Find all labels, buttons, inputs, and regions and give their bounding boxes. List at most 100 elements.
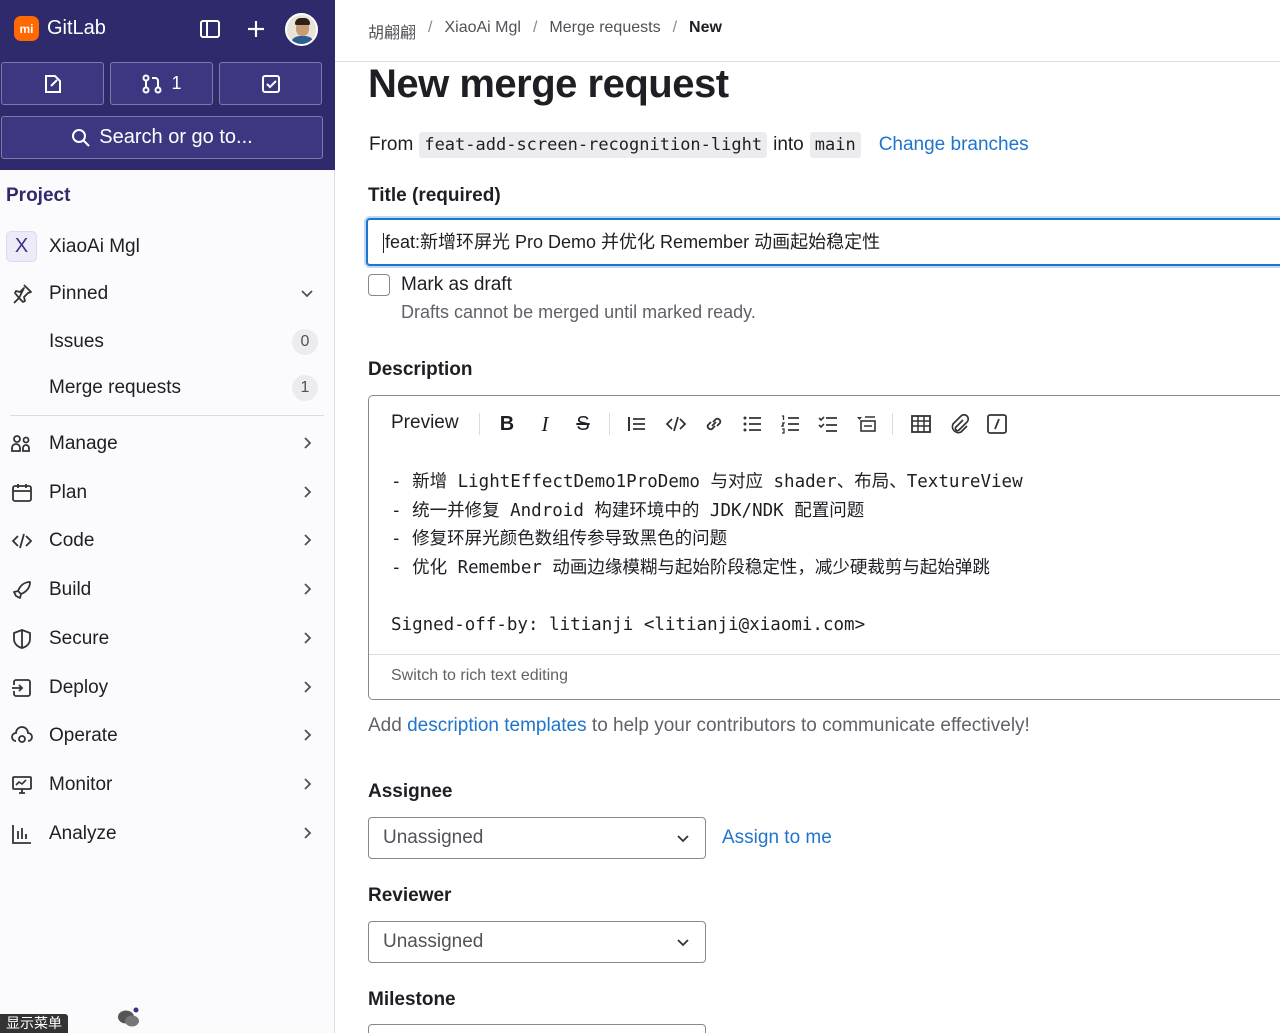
wechat-icon[interactable] [116,1006,142,1030]
bullet-list-icon[interactable] [740,412,764,436]
link-icon[interactable] [702,412,726,436]
breadcrumb-user[interactable]: 胡翩翩 [368,19,416,43]
monitor-icon [12,776,32,794]
pinned-section-toggle[interactable]: Pinned [0,272,334,316]
toolbar-separator [479,413,480,435]
deploy-icon [12,679,31,697]
assignee-dropdown[interactable]: Unassigned [368,817,706,859]
attachment-icon[interactable] [947,412,971,436]
user-avatar[interactable] [285,13,318,46]
change-branches-link[interactable]: Change branches [879,134,1029,156]
description-line: Signed-off-by: litianji <litianji@xiaomi… [391,614,866,635]
switch-to-rich-text-button[interactable]: Switch to rich text editing [391,667,568,685]
description-textarea[interactable]: - 新增 LightEffectDemo1ProDemo 与对应 shader、… [391,468,1023,640]
issues-icon [44,74,61,93]
calendar-icon [12,484,32,502]
search-button[interactable]: Search or go to... [1,116,323,159]
sidebar-item-label: Deploy [49,677,109,698]
pinned-item-label: Issues [49,331,104,352]
sidebar-item-label: Monitor [49,774,113,795]
chevron-right-icon [304,583,312,595]
description-templates-hint: Add description templates to help your c… [368,715,1030,737]
chevron-right-icon [304,534,312,546]
description-editor: Preview B I S - 新增 LightEffectDemo1ProDe… [368,395,1280,700]
section-title: Project [6,185,71,206]
todos-button[interactable] [219,62,322,105]
mark-as-draft-checkbox[interactable] [368,274,390,296]
draft-help-text: Drafts cannot be merged until marked rea… [401,302,756,322]
project-link[interactable]: X XiaoAi Mgl [6,231,140,262]
mark-as-draft-label[interactable]: Mark as draft [401,274,512,296]
sidebar-item-operate[interactable]: Operate [0,714,334,758]
code-icon[interactable] [664,412,688,436]
merge-requests-button[interactable]: 1 [110,62,213,105]
editor-toolbar: Preview B I S [369,396,1280,452]
collapsible-section-icon[interactable] [854,412,878,436]
issues-button[interactable] [1,62,104,105]
chart-icon [12,825,31,844]
title-input[interactable]: feat:新增环屏光 Pro Demo 并优化 Remember 动画起始稳定性 [366,218,1280,266]
sidebar-divider [10,415,324,416]
templates-prefix: Add [368,715,408,736]
description-line: - 新增 LightEffectDemo1ProDemo 与对应 shader、… [391,472,1023,492]
breadcrumb-project[interactable]: XiaoAi Mgl [444,19,520,43]
search-label: Search or go to... [99,126,253,148]
breadcrumb-merge-requests[interactable]: Merge requests [549,19,660,43]
editor-footer: Switch to rich text editing [369,654,1280,699]
chevron-down-icon [677,939,689,947]
milestone-label: Milestone [368,989,456,1010]
branch-summary: From feat-add-screen-recognition-light i… [369,132,1029,158]
title-label: Title (required) [368,185,501,206]
bold-icon[interactable]: B [495,412,519,436]
slash-commands-icon[interactable] [985,412,1009,436]
into-label: into [773,134,804,155]
toolbar-separator [892,413,893,435]
sidebar-item-label: Secure [49,628,110,649]
cloud-gear-icon [11,726,33,743]
sidebar-item-label: Build [49,579,92,600]
show-menu-tooltip: 显示菜单 [0,1014,68,1033]
quote-icon[interactable] [625,412,649,436]
sidebar-item-label: Analyze [49,823,117,844]
breadcrumb-separator: / [428,19,433,36]
numbered-list-icon[interactable] [778,412,802,436]
sidebar-item-monitor[interactable]: Monitor [0,763,334,807]
chevron-right-icon [304,827,312,839]
code-icon [11,533,33,549]
reviewer-dropdown[interactable]: Unassigned [368,921,706,963]
create-new-icon[interactable] [242,15,270,43]
assign-to-me-link[interactable]: Assign to me [722,827,832,849]
sidebar-item-build[interactable]: Build [0,568,334,612]
chevron-right-icon [304,681,312,693]
merge-requests-count: 1 [171,73,182,93]
from-label: From [369,134,414,155]
task-list-icon[interactable] [816,412,840,436]
search-icon [72,128,90,147]
sidebar-item-code[interactable]: Code [0,519,334,563]
sidebar-item-deploy[interactable]: Deploy [0,666,334,710]
pinned-item-issues[interactable]: Issues 0 [0,320,334,364]
pinned-item-merge-requests[interactable]: Merge requests 1 [0,366,334,410]
description-templates-link[interactable]: description templates [407,715,587,736]
reviewer-label: Reviewer [368,885,452,906]
sidebar-header: mi GitLab 1 Search or go to... [0,0,335,170]
strikethrough-icon[interactable]: S [571,412,595,436]
app-name: GitLab [47,17,106,39]
italic-icon[interactable]: I [533,412,557,436]
sidebar-item-plan[interactable]: Plan [0,471,334,515]
templates-suffix: to help your contributors to communicate… [586,715,1030,736]
breadcrumb-separator: / [532,19,538,36]
description-line: - 优化 Remember 动画边缘模糊与起始阶段稳定性，减少硬裁剪与起始弹跳 [391,557,990,578]
toolbar-separator [609,413,610,435]
preview-tab[interactable]: Preview [391,412,459,434]
description-label: Description [368,359,473,380]
breadcrumb-separator: / [672,19,678,36]
table-icon[interactable] [909,412,933,436]
description-line: - 统一并修复 Android 构建环境中的 JDK/NDK 配置问题 [391,500,865,521]
sidebar-item-analyze[interactable]: Analyze [0,812,334,856]
brand[interactable]: mi GitLab [14,16,106,41]
sidebar-toggle-icon[interactable] [196,15,224,43]
milestone-dropdown[interactable] [368,1024,706,1033]
sidebar-item-secure[interactable]: Secure [0,617,334,661]
sidebar-item-manage[interactable]: Manage [0,422,334,466]
